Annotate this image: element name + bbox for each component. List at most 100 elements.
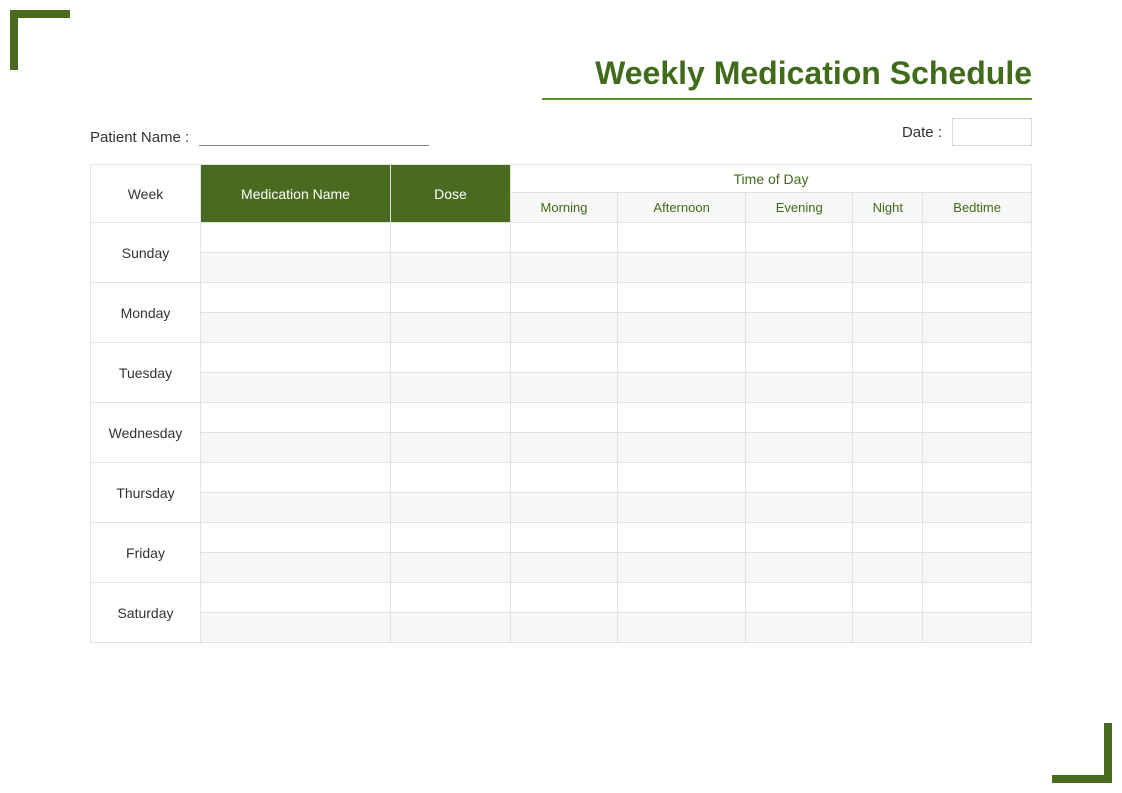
date-field[interactable] <box>952 118 1032 146</box>
cell[interactable] <box>853 583 923 613</box>
cell[interactable] <box>853 283 923 313</box>
cell[interactable] <box>618 313 746 343</box>
cell[interactable] <box>391 343 511 373</box>
cell[interactable] <box>923 433 1032 463</box>
cell[interactable] <box>511 343 618 373</box>
cell[interactable] <box>923 283 1032 313</box>
cell[interactable] <box>853 373 923 403</box>
cell[interactable] <box>853 223 923 253</box>
cell[interactable] <box>511 283 618 313</box>
cell[interactable] <box>511 253 618 283</box>
cell[interactable] <box>201 313 391 343</box>
cell[interactable] <box>746 523 853 553</box>
cell[interactable] <box>923 553 1032 583</box>
cell[interactable] <box>511 403 618 433</box>
cell[interactable] <box>201 613 391 643</box>
cell[interactable] <box>923 373 1032 403</box>
cell[interactable] <box>391 253 511 283</box>
cell[interactable] <box>923 223 1032 253</box>
cell[interactable] <box>201 343 391 373</box>
cell[interactable] <box>746 223 853 253</box>
cell[interactable] <box>511 433 618 463</box>
cell[interactable] <box>391 283 511 313</box>
cell[interactable] <box>618 223 746 253</box>
cell[interactable] <box>746 553 853 583</box>
cell[interactable] <box>746 613 853 643</box>
cell[interactable] <box>511 223 618 253</box>
cell[interactable] <box>853 523 923 553</box>
cell[interactable] <box>618 493 746 523</box>
cell[interactable] <box>511 493 618 523</box>
cell[interactable] <box>853 463 923 493</box>
cell[interactable] <box>618 283 746 313</box>
cell[interactable] <box>511 583 618 613</box>
cell[interactable] <box>618 343 746 373</box>
cell[interactable] <box>923 253 1032 283</box>
cell[interactable] <box>618 433 746 463</box>
cell[interactable] <box>201 433 391 463</box>
cell[interactable] <box>618 463 746 493</box>
cell[interactable] <box>201 223 391 253</box>
cell[interactable] <box>923 403 1032 433</box>
cell[interactable] <box>746 313 853 343</box>
cell[interactable] <box>391 403 511 433</box>
cell[interactable] <box>923 313 1032 343</box>
cell[interactable] <box>618 583 746 613</box>
cell[interactable] <box>391 523 511 553</box>
cell[interactable] <box>746 373 853 403</box>
cell[interactable] <box>618 553 746 583</box>
cell[interactable] <box>923 493 1032 523</box>
cell[interactable] <box>511 523 618 553</box>
cell[interactable] <box>511 463 618 493</box>
cell[interactable] <box>853 343 923 373</box>
cell[interactable] <box>511 613 618 643</box>
cell[interactable] <box>618 523 746 553</box>
cell[interactable] <box>746 343 853 373</box>
cell[interactable] <box>853 433 923 463</box>
cell[interactable] <box>201 463 391 493</box>
cell[interactable] <box>746 403 853 433</box>
cell[interactable] <box>391 313 511 343</box>
cell[interactable] <box>201 403 391 433</box>
cell[interactable] <box>201 553 391 583</box>
patient-name-field[interactable] <box>199 126 429 146</box>
cell[interactable] <box>201 493 391 523</box>
cell[interactable] <box>201 373 391 403</box>
cell[interactable] <box>201 523 391 553</box>
cell[interactable] <box>746 583 853 613</box>
cell[interactable] <box>391 463 511 493</box>
cell[interactable] <box>853 253 923 283</box>
cell[interactable] <box>511 313 618 343</box>
cell[interactable] <box>923 583 1032 613</box>
cell[interactable] <box>618 373 746 403</box>
cell[interactable] <box>746 283 853 313</box>
cell[interactable] <box>923 523 1032 553</box>
cell[interactable] <box>201 253 391 283</box>
cell[interactable] <box>391 223 511 253</box>
cell[interactable] <box>391 433 511 463</box>
cell[interactable] <box>923 613 1032 643</box>
cell[interactable] <box>853 313 923 343</box>
cell[interactable] <box>201 283 391 313</box>
cell[interactable] <box>618 403 746 433</box>
cell[interactable] <box>618 613 746 643</box>
cell[interactable] <box>391 553 511 583</box>
cell[interactable] <box>391 373 511 403</box>
cell[interactable] <box>391 493 511 523</box>
cell[interactable] <box>853 403 923 433</box>
cell[interactable] <box>746 463 853 493</box>
cell[interactable] <box>746 433 853 463</box>
cell[interactable] <box>391 583 511 613</box>
cell[interactable] <box>618 253 746 283</box>
cell[interactable] <box>201 583 391 613</box>
cell[interactable] <box>923 343 1032 373</box>
cell[interactable] <box>746 253 853 283</box>
cell[interactable] <box>746 493 853 523</box>
cell[interactable] <box>853 613 923 643</box>
cell[interactable] <box>923 463 1032 493</box>
cell[interactable] <box>853 553 923 583</box>
cell[interactable] <box>511 553 618 583</box>
cell[interactable] <box>853 493 923 523</box>
cell[interactable] <box>511 373 618 403</box>
cell[interactable] <box>391 613 511 643</box>
